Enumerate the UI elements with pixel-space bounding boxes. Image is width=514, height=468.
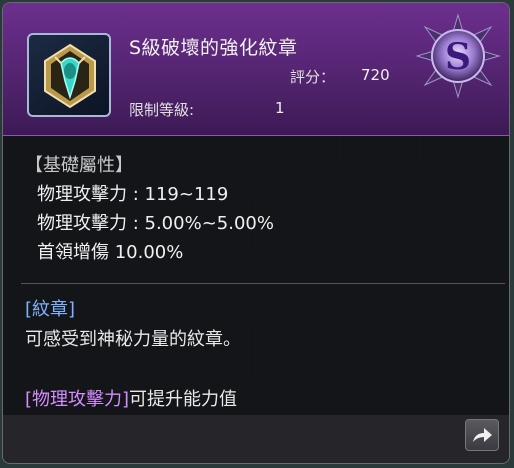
section-divider	[21, 283, 505, 284]
base-stats-section: 【基礎屬性】 物理攻擊力 : 119~119 物理攻擊力 : 5.00%~5.0…	[25, 151, 274, 267]
stat-row: 首領增傷 10.00%	[37, 242, 184, 263]
share-button[interactable]	[465, 419, 499, 451]
item-title: S級破壞的強化紋章	[129, 37, 298, 59]
score-value: 720	[361, 66, 390, 84]
grade-s-badge-icon: S	[415, 13, 501, 99]
grade-letter: S	[445, 36, 471, 78]
item-icon-frame	[27, 33, 111, 117]
stat-effect-line: [物理攻擊力]可提升能力值	[25, 385, 241, 415]
stat-effect-text: 可提升能力值	[129, 389, 238, 410]
score-label: 評分：	[290, 68, 336, 86]
base-stats-header: 【基礎屬性】	[25, 155, 133, 176]
level-requirement-value: 1	[275, 99, 285, 117]
share-arrow-icon	[473, 428, 492, 442]
stat-row: 物理攻擊力 : 119~119	[37, 184, 229, 205]
category-tag: [紋章]	[25, 299, 76, 320]
item-tooltip: S級破壞的強化紋章 評分： 720 限制等級: 1 S 【基礎屬性】 物理攻擊力…	[2, 2, 510, 464]
stat-row: 物理攻擊力 : 5.00%~5.00%	[37, 213, 274, 234]
emblem-icon	[44, 43, 96, 109]
stat-tag: [物理攻擊力]	[25, 389, 130, 410]
description-text: 可感受到神秘力量的紋章。	[25, 329, 241, 350]
tooltip-footer	[3, 415, 509, 463]
tooltip-header: S級破壞的強化紋章 評分： 720 限制等級: 1 S	[3, 3, 509, 136]
level-requirement-label: 限制等級:	[129, 101, 195, 119]
description-section: [紋章] 可感受到神秘力量的紋章。 [物理攻擊力]可提升能力值	[25, 295, 241, 415]
